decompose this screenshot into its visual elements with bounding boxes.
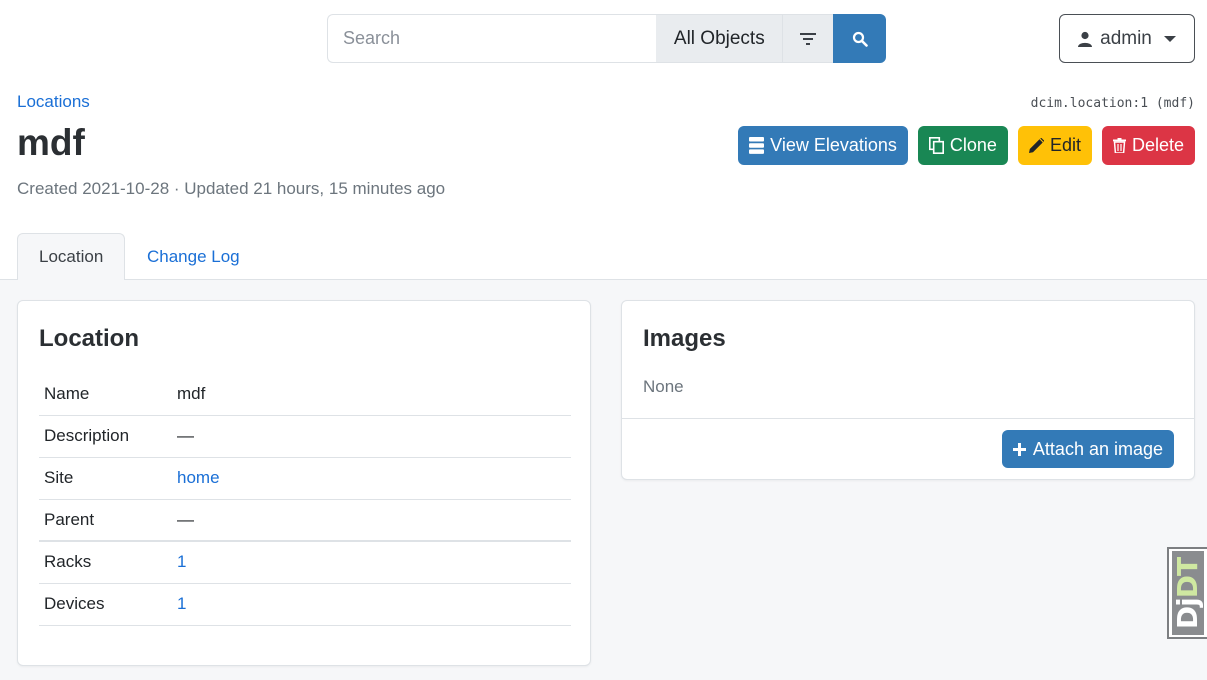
racks-count-link[interactable]: 1: [177, 552, 186, 571]
attach-image-label: Attach an image: [1032, 438, 1163, 459]
plus-icon: [1012, 442, 1026, 456]
view-elevations-button[interactable]: View Elevations: [738, 126, 908, 165]
site-link[interactable]: home: [177, 468, 220, 487]
images-card-footer: Attach an image: [622, 418, 1194, 479]
object-actions: View Elevations Clone Edit Delete: [738, 126, 1195, 165]
search-submit-button[interactable]: [833, 14, 887, 63]
search-filter-button[interactable]: [782, 14, 834, 63]
location-card: Location Name mdf Description — Site hom…: [17, 300, 591, 666]
djdt-logo-text: DjDT: [1171, 557, 1205, 629]
edit-button[interactable]: Edit: [1017, 126, 1092, 165]
attribute-key: Parent: [44, 509, 95, 529]
devices-count-link[interactable]: 1: [177, 594, 186, 613]
location-attributes-table: Name mdf Description — Site home Parent …: [39, 373, 571, 626]
edit-label: Edit: [1049, 135, 1081, 155]
attribute-key: Name: [44, 383, 90, 403]
user-name: admin: [1100, 27, 1152, 49]
tab-content: Location Name mdf Description — Site hom…: [0, 280, 1207, 680]
search-icon: [852, 31, 868, 47]
trash-icon: [1112, 138, 1126, 153]
images-card: Images None Attach an image: [621, 300, 1195, 480]
pencil-icon: [1028, 138, 1044, 153]
attribute-value-parent: —: [177, 509, 194, 529]
attribute-value-cell: 1: [172, 541, 571, 583]
search-input[interactable]: [327, 14, 657, 63]
user-icon: [1078, 31, 1093, 47]
clone-button[interactable]: Clone: [917, 126, 1008, 165]
object-tabs: Location Change Log: [0, 233, 1207, 281]
table-row: Racks 1: [39, 541, 571, 583]
attribute-value-description: —: [177, 426, 194, 445]
copy-icon: [928, 137, 944, 154]
table-row: Parent —: [39, 499, 571, 541]
user-menu-button[interactable]: admin: [1059, 14, 1195, 63]
tab-location[interactable]: Location: [17, 233, 126, 281]
delete-button[interactable]: Delete: [1101, 126, 1195, 165]
attribute-key: Description: [44, 426, 130, 445]
debug-toolbar-handle[interactable]: DjDT: [1167, 547, 1207, 639]
created-updated-meta: Created 2021-10-28 · Updated 21 hours, 1…: [17, 179, 446, 198]
images-empty-text: None: [643, 377, 684, 396]
search-scope-dropdown[interactable]: All Objects: [656, 14, 783, 63]
tab-change-log[interactable]: Change Log: [126, 233, 261, 280]
object-identifier: dcim.location:1 (mdf): [1030, 96, 1195, 111]
table-row: Description —: [39, 415, 571, 457]
chevron-down-icon: [1163, 35, 1176, 42]
table-row: Devices 1: [39, 583, 571, 625]
global-search: All Objects: [327, 14, 887, 63]
attribute-key: Racks: [44, 552, 92, 572]
view-elevations-label: View Elevations: [770, 135, 897, 155]
table-row: Name mdf: [39, 373, 571, 415]
clone-label: Clone: [949, 135, 997, 155]
djdt-logo: DjDT: [1171, 551, 1205, 635]
page-title: mdf: [17, 122, 85, 163]
location-card-title: Location: [39, 325, 139, 352]
attribute-key: Site: [44, 468, 74, 487]
breadcrumb-locations[interactable]: Locations: [17, 92, 90, 112]
rack-icon: [749, 137, 765, 154]
attribute-value-cell: 1: [172, 583, 571, 625]
table-row: Site home: [39, 457, 571, 499]
filter-icon: [800, 32, 817, 45]
attribute-value-cell: home: [172, 457, 571, 499]
images-card-title: Images: [643, 325, 726, 352]
delete-label: Delete: [1131, 135, 1184, 155]
attach-image-button[interactable]: Attach an image: [1001, 430, 1174, 468]
attribute-key: Devices: [44, 594, 105, 613]
attribute-value-name: mdf: [177, 383, 206, 403]
